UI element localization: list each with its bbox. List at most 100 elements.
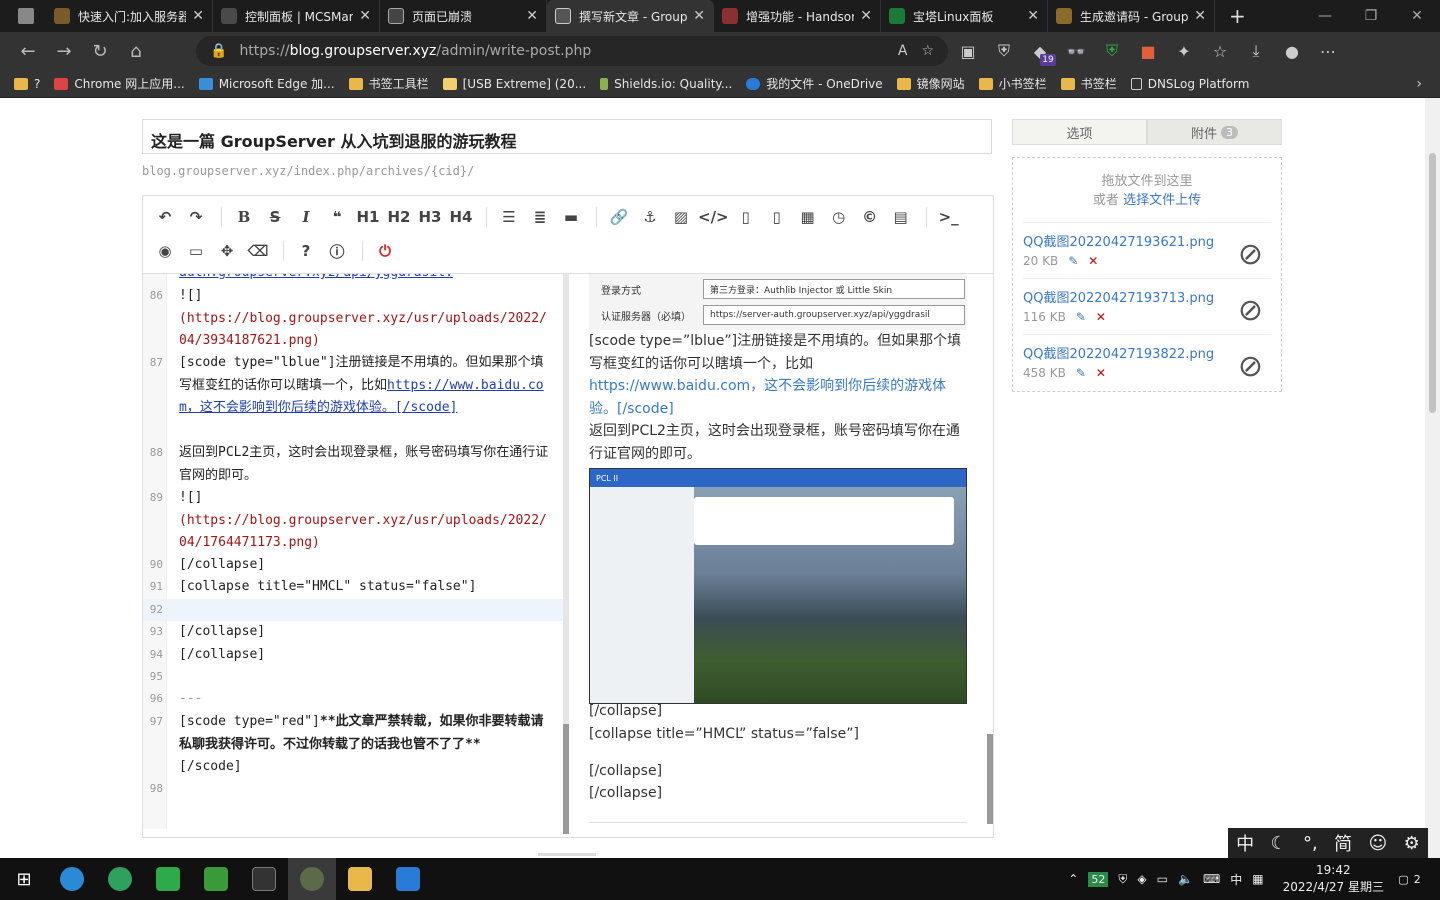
start-button[interactable]: ⊞ xyxy=(0,858,48,900)
attachment-name[interactable]: QQ截图20220427193822.png xyxy=(1023,343,1271,362)
close-tab-icon[interactable]: ✕ xyxy=(526,8,538,24)
attachment-item[interactable]: QQ截图20220427193713.png 116 KB ✎ ✕ ⊘ xyxy=(1023,279,1271,335)
preview-toggle-eye-icon[interactable]: ◉ xyxy=(151,237,179,265)
ime-simplified-toggle[interactable]: 简 xyxy=(1334,830,1352,856)
favorites-icon[interactable]: ☆ xyxy=(1202,32,1238,70)
browser-tab-active[interactable]: 撰写新文章 - GroupServer ✕ xyxy=(547,0,714,32)
taskbar-vscode[interactable] xyxy=(384,858,432,900)
new-tab-button[interactable]: + xyxy=(1229,4,1246,28)
terminal-button[interactable]: >_ xyxy=(935,203,963,231)
bookmark-item[interactable]: 书签栏 xyxy=(1060,75,1117,92)
tray-overflow-chevron-icon[interactable]: ⌃ xyxy=(1068,872,1078,886)
attachment-item[interactable]: QQ截图20220427193621.png 20 KB ✎ ✕ ⊘ xyxy=(1023,223,1271,279)
table-icon[interactable]: ▦ xyxy=(794,203,822,231)
markdown-source-pane[interactable]: auth.groupserver.xyz/api/yggdrasil. 86 ![… xyxy=(143,274,563,829)
browser-tab[interactable]: 增强功能 - Handsome ✕ xyxy=(714,0,881,32)
horizontal-rule-button[interactable]: ▬ xyxy=(557,203,585,231)
extension-glasses-icon[interactable]: 👓 xyxy=(1058,32,1094,70)
browser-tab[interactable]: 生成邀请码 - GroupServer ✕ xyxy=(1048,0,1215,32)
browser-tab[interactable]: 快速入门:加入服务器 ✕ xyxy=(46,0,213,32)
h2-button[interactable]: H2 xyxy=(385,203,413,231)
delete-x-icon[interactable]: ✕ xyxy=(1088,254,1098,268)
browser-tab[interactable]: 页面已崩溃 ✕ xyxy=(380,0,547,32)
attachment-name[interactable]: QQ截图20220427193621.png xyxy=(1023,231,1271,250)
attachment-item[interactable]: QQ截图20220427193822.png 458 KB ✎ ✕ ⊘ xyxy=(1023,335,1271,391)
bookmark-item[interactable]: 我的文件 - OneDrive xyxy=(746,75,883,92)
home-button[interactable]: ⌂ xyxy=(118,33,154,69)
tray-ime-lang[interactable]: 中 xyxy=(1230,871,1242,888)
help-icon[interactable]: ? xyxy=(292,237,320,265)
edit-pencil-icon[interactable]: ✎ xyxy=(1076,366,1086,380)
clock-icon[interactable]: ◷ xyxy=(825,203,853,231)
bookmark-item[interactable]: DNSLog Platform xyxy=(1130,77,1249,91)
desktop-preview-icon[interactable]: ▭ xyxy=(182,237,210,265)
power-icon[interactable]: ⏻ xyxy=(371,237,399,265)
code-icon[interactable]: </> xyxy=(698,203,729,231)
minimize-button[interactable]: — xyxy=(1302,0,1348,32)
bullet-list-icon[interactable]: ☰ xyxy=(495,203,523,231)
maximize-button[interactable]: ❐ xyxy=(1348,0,1394,32)
profile-avatar-icon[interactable]: ● xyxy=(1274,32,1310,70)
select-file-link[interactable]: 选择文件上传 xyxy=(1123,193,1201,208)
edit-pencil-icon[interactable]: ✎ xyxy=(1076,310,1086,324)
tray-ime-grid-icon[interactable]: ▦ xyxy=(1252,872,1263,886)
more-bookmarks-chevron-icon[interactable]: › xyxy=(1416,76,1422,92)
tray-temp-badge[interactable]: 52 xyxy=(1088,871,1109,887)
close-window-button[interactable]: ✕ xyxy=(1394,0,1440,32)
notification-center-button[interactable]: ▢ 2 xyxy=(1398,867,1426,891)
bookmark-item[interactable]: 书签工具栏 xyxy=(348,75,429,92)
paperclip-icon[interactable]: ⊘ xyxy=(1238,293,1263,328)
quote-button[interactable]: ❝ xyxy=(323,203,351,231)
extension-shield-icon[interactable]: ⛨ xyxy=(986,32,1022,70)
extension-green-shield-icon[interactable]: ⛨ xyxy=(1094,32,1130,70)
forward-button[interactable]: → xyxy=(46,33,82,69)
post-title-input[interactable]: 这是一篇 GroupServer 从入坑到退服的游玩教程 xyxy=(142,119,992,154)
browser-tab[interactable]: 控制面板 | MCSManager ✕ xyxy=(213,0,380,32)
delete-x-icon[interactable]: ✕ xyxy=(1096,310,1106,324)
taskbar-edge-beta[interactable] xyxy=(48,858,96,900)
taskbar-edge[interactable] xyxy=(96,858,144,900)
paperclip-icon[interactable]: ⊘ xyxy=(1238,349,1263,384)
drop-zone[interactable]: 拖放文件到这里 或者 选择文件上传 xyxy=(1023,172,1271,223)
redo-button[interactable]: ↷ xyxy=(182,203,210,231)
taskbar-app-green[interactable] xyxy=(192,858,240,900)
delete-x-icon[interactable]: ✕ xyxy=(1096,366,1106,380)
h3-button[interactable]: H3 xyxy=(416,203,444,231)
upload-area[interactable]: 拖放文件到这里 或者 选择文件上传 QQ截图20220427193621.png… xyxy=(1012,157,1282,392)
bookmark-item[interactable]: [USB Extreme] (20... xyxy=(442,77,586,91)
extension-icon[interactable]: ▣ xyxy=(950,32,986,70)
system-clock[interactable]: 19:42 2022/4/27 星期三 xyxy=(1283,862,1384,896)
read-aloud-icon[interactable]: A xyxy=(898,43,908,59)
preview-scrollbar-thumb[interactable] xyxy=(987,734,993,824)
settings-menu-icon[interactable]: ⋯ xyxy=(1310,32,1346,70)
bookmark-item[interactable]: Microsoft Edge 加... xyxy=(198,75,335,92)
tray-shield-icon[interactable]: ⛨ xyxy=(1118,872,1127,887)
bookmark-item[interactable]: 小书签栏 xyxy=(978,75,1047,92)
eraser-icon[interactable]: ⌫ xyxy=(244,237,272,265)
bold-button[interactable]: B xyxy=(230,203,258,231)
page-scrollbar-thumb[interactable] xyxy=(1429,153,1436,413)
close-tab-icon[interactable]: ✕ xyxy=(1027,8,1039,24)
extension-orange-icon[interactable]: ■ xyxy=(1130,32,1166,70)
undo-button[interactable]: ↶ xyxy=(151,203,179,231)
lock-icon[interactable]: 🔒 xyxy=(210,43,227,59)
tab-attachments[interactable]: 附件 3 xyxy=(1147,119,1282,145)
back-button[interactable]: ← xyxy=(10,33,46,69)
code-file-icon[interactable]: ▯ xyxy=(732,203,760,231)
taskbar-terminal[interactable] xyxy=(240,858,288,900)
address-bar[interactable]: 🔒 https://blog.groupserver.xyz/admin/wri… xyxy=(196,36,948,66)
fullscreen-icon[interactable]: ✥ xyxy=(213,237,241,265)
attachment-name[interactable]: QQ截图20220427193713.png xyxy=(1023,287,1271,306)
bookmark-item[interactable]: Chrome 网上应用... xyxy=(54,75,185,92)
downloads-icon[interactable]: ⤓ xyxy=(1238,32,1274,70)
browser-tab[interactable]: 宝塔Linux面板 ✕ xyxy=(881,0,1048,32)
tray-app-icon[interactable]: ◈ xyxy=(1137,872,1146,886)
tab-options[interactable]: 选项 xyxy=(1012,119,1147,145)
anchor-icon[interactable]: ⚓ xyxy=(636,203,664,231)
close-tab-icon[interactable]: ✕ xyxy=(359,8,371,24)
ordered-list-icon[interactable]: ≣ xyxy=(526,203,554,231)
bookmark-item[interactable]: 镜像网站 xyxy=(896,75,965,92)
edit-pencil-icon[interactable]: ✎ xyxy=(1068,254,1078,268)
network-icon[interactable]: ▭ xyxy=(1157,872,1168,886)
extensions-puzzle-icon[interactable]: ✦ xyxy=(1166,32,1202,70)
